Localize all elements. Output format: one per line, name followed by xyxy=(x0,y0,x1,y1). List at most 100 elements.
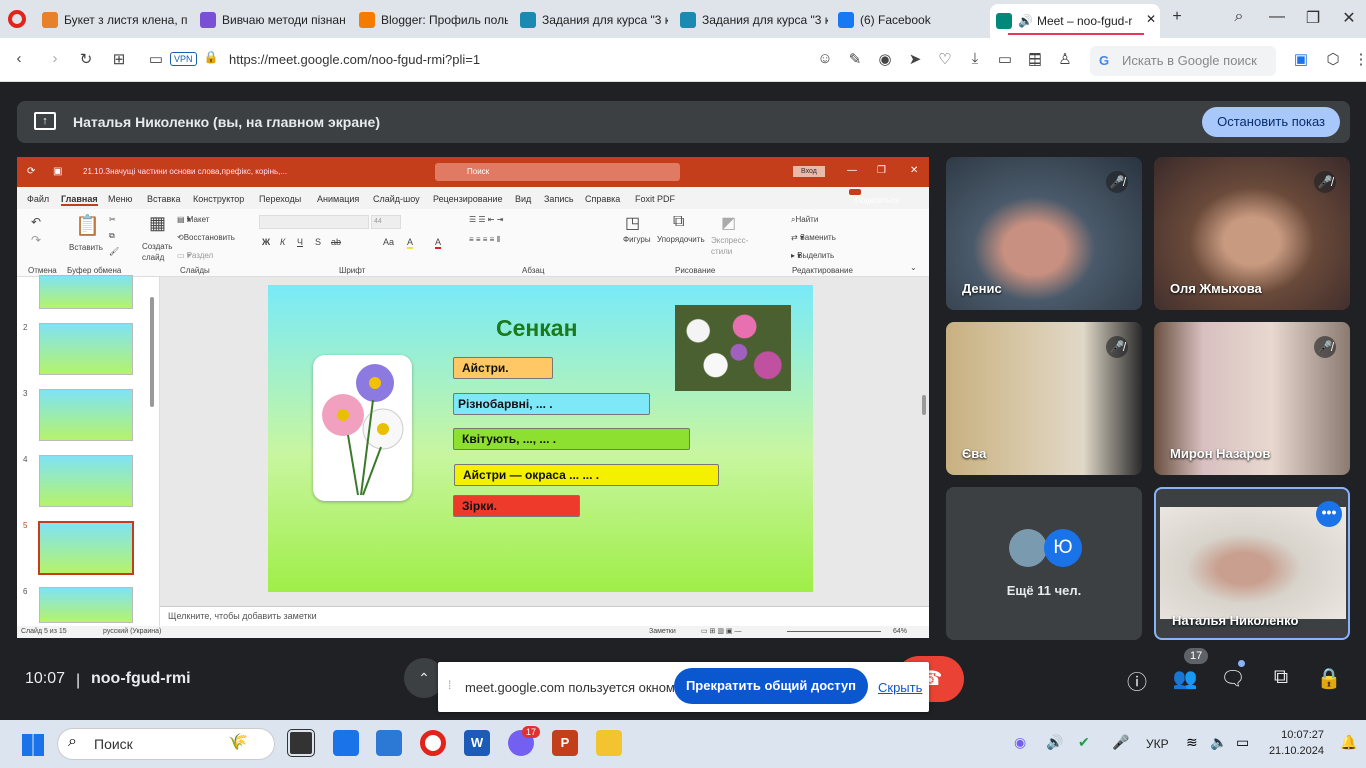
reload-icon[interactable]: ↻ xyxy=(75,50,97,68)
paste-button[interactable]: Вставить xyxy=(69,243,103,252)
chat-icon[interactable]: 🗨 xyxy=(1218,666,1248,691)
slide-canvas[interactable]: Сенкан Айстри. Різнобарвні, ... . Квітую… xyxy=(268,285,813,592)
participant-tile[interactable]: 🎤̸ Денис xyxy=(946,157,1142,310)
windows-start-icon[interactable] xyxy=(22,734,44,756)
hide-button[interactable]: Скрыть xyxy=(878,680,922,695)
arrange-button[interactable]: Упорядочить xyxy=(657,235,705,244)
quick-styles-button[interactable]: Экспресс-стили xyxy=(711,235,748,257)
autosave-icon[interactable]: ⟳ xyxy=(27,166,35,177)
minimize-icon[interactable]: — xyxy=(1262,8,1292,26)
notes-toggle[interactable]: Заметки xyxy=(649,628,676,635)
powerpoint-icon[interactable]: P xyxy=(552,730,578,756)
slide-thumbnail[interactable] xyxy=(39,455,133,507)
quick-styles-icon[interactable]: ◩ xyxy=(721,213,736,233)
notifications-icon[interactable]: 🔔 xyxy=(1340,734,1357,751)
participant-tile[interactable]: 🎤̸ Оля Жмыхова xyxy=(1154,157,1350,310)
volume-icon[interactable]: 🔊 xyxy=(1046,734,1063,751)
snapshot-icon[interactable]: ◉ xyxy=(874,50,896,68)
maximize-icon[interactable]: ❐ xyxy=(1298,8,1328,28)
reset-button[interactable]: ⟲ Восстановить xyxy=(177,233,235,242)
cut-icon[interactable]: ✂ xyxy=(109,215,116,224)
menu-lines-icon[interactable]: ☰ xyxy=(1024,50,1046,68)
emoji-icon[interactable]: ☺ xyxy=(814,50,836,67)
tab-close-icon[interactable]: ✕ xyxy=(1146,12,1156,26)
more-options-icon[interactable]: ••• xyxy=(1316,501,1342,527)
tab-methods[interactable]: Вивчаю методи пізнанн xyxy=(194,6,346,33)
mic-tray-icon[interactable]: 🎤 xyxy=(1112,734,1129,751)
italic-button[interactable]: К xyxy=(280,237,285,247)
view-icons[interactable]: ▭ ⊞ ▥ ▣ — xyxy=(701,627,742,635)
back-icon[interactable]: ‹ xyxy=(8,50,30,67)
participant-tile[interactable]: 🎤̸ Єва xyxy=(946,322,1142,475)
search-highlight-icon[interactable]: 🌾 xyxy=(228,732,248,752)
new-slide-icon[interactable]: ▦ xyxy=(149,213,166,234)
shapes-button[interactable]: Фигуры xyxy=(623,235,651,244)
replace-button[interactable]: ⇄ Заменить ▾ xyxy=(791,233,836,242)
cinquain-line-4[interactable]: Айстри — окраса ... ... . xyxy=(454,464,719,486)
cinquain-line-2[interactable]: Різнобарвні, ... . xyxy=(453,393,650,415)
slide-thumbnail[interactable] xyxy=(39,587,133,623)
undo-icon[interactable]: ↶ xyxy=(31,215,41,229)
bold-button[interactable]: Ж xyxy=(262,237,270,247)
opera-logo-icon[interactable] xyxy=(8,10,26,28)
speaker-tray-icon[interactable]: 🔈 xyxy=(1210,734,1227,751)
shadow-button[interactable]: S xyxy=(315,237,321,247)
tab-blogger[interactable]: Blogger: Профиль поль xyxy=(353,6,508,33)
menu-home[interactable]: Главная xyxy=(61,194,98,206)
copy-icon[interactable]: ⧉ xyxy=(109,231,115,241)
menu-record[interactable]: Запись xyxy=(544,194,574,204)
tab-course-2[interactable]: Задания для курса "3 кл xyxy=(674,6,828,33)
tab-bouquet[interactable]: Букет з листя клена, пор xyxy=(36,6,188,33)
slide-thumbnail[interactable] xyxy=(39,323,133,375)
ppt-close-icon[interactable]: ✕ xyxy=(910,165,918,176)
collapse-ribbon-icon[interactable]: ⌄ xyxy=(910,263,917,272)
more-participants-tile[interactable]: Ю Ещё 11 чел. xyxy=(946,487,1142,640)
menu-design[interactable]: Конструктор xyxy=(193,194,244,204)
cinquain-line-3[interactable]: Квітують, ..., ... . xyxy=(453,428,690,450)
menu-foxit[interactable]: Foxit PDF xyxy=(635,194,675,204)
thumbnail-scrollbar[interactable] xyxy=(150,297,154,407)
self-participant-tile[interactable]: ••• Наталья Николенко xyxy=(1154,487,1350,640)
speaker-icon[interactable]: 🔊 xyxy=(1018,14,1033,28)
font-size-select[interactable]: 44 xyxy=(371,215,401,229)
align-icons[interactable]: ≡ ≡ ≡ ≡ ⫴ xyxy=(469,235,500,245)
font-family-select[interactable] xyxy=(259,215,369,229)
stop-presentation-button[interactable]: Остановить показ xyxy=(1202,107,1340,137)
download-icon[interactable]: ⤓ xyxy=(964,50,986,67)
wifi-icon[interactable]: ≋ xyxy=(1186,734,1198,751)
slide-thumbnail[interactable] xyxy=(39,275,133,309)
menu-help[interactable]: Справка xyxy=(585,194,620,204)
menu-menu[interactable]: Меню xyxy=(108,194,132,204)
file-explorer-icon[interactable] xyxy=(596,730,622,756)
layout-button[interactable]: ▤ Макет ▾ xyxy=(177,215,209,224)
menu-file[interactable]: Файл xyxy=(27,194,49,204)
system-time[interactable]: 10:07:27 xyxy=(1270,729,1324,741)
keyboard-language[interactable]: УКР xyxy=(1146,737,1169,751)
menu-review[interactable]: Рецензирование xyxy=(433,194,503,204)
participant-tile[interactable]: 🎤̸ Мирон Назаров xyxy=(1154,322,1350,475)
bullets-icon[interactable]: ☰ ☰ ⇤ ⇥ xyxy=(469,215,503,224)
create-slide-button[interactable]: Создать слайд xyxy=(142,241,176,263)
activities-icon[interactable]: ⧉ xyxy=(1266,666,1296,689)
tab-course-1[interactable]: Задания для курса "3 кл xyxy=(514,6,668,33)
menu-transitions[interactable]: Переходы xyxy=(259,194,301,204)
new-tab-icon[interactable]: + xyxy=(1162,8,1192,26)
ppt-login-button[interactable]: Вход xyxy=(793,166,825,177)
ppt-share-button[interactable]: Поделиться xyxy=(849,189,899,205)
tab-facebook[interactable]: (6) Facebook xyxy=(832,6,982,33)
menu-view[interactable]: Вид xyxy=(515,194,531,204)
font-color-button[interactable]: A xyxy=(435,237,442,249)
close-window-icon[interactable]: ✕ xyxy=(1334,8,1364,28)
lock-icon[interactable]: 🔒 xyxy=(200,50,222,64)
store-icon[interactable] xyxy=(376,730,402,756)
save-icon[interactable]: ▣ xyxy=(53,166,62,177)
strikethrough-button[interactable]: ab xyxy=(331,237,341,247)
vpn-badge[interactable]: VPN xyxy=(170,52,197,66)
opera-icon[interactable] xyxy=(420,730,446,756)
slide-thumbnail-selected[interactable] xyxy=(38,521,134,575)
highlight-button[interactable]: A xyxy=(407,237,414,249)
case-button[interactable]: Aa xyxy=(383,237,394,247)
camera-icon[interactable]: ▭ xyxy=(145,50,167,68)
info-icon[interactable]: ⓘ xyxy=(1122,666,1152,695)
redo-icon[interactable]: ↷ xyxy=(31,233,41,247)
